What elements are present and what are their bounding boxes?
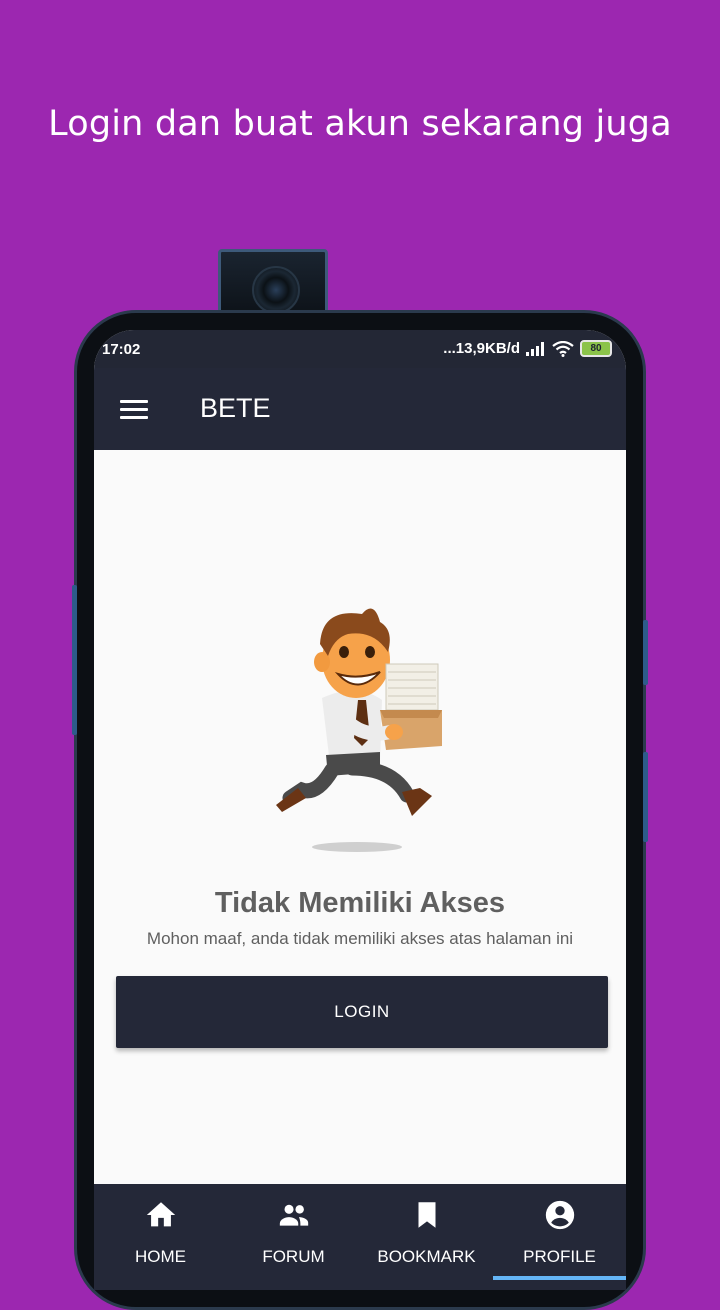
wifi-icon (552, 340, 574, 357)
status-time: 17:02 (102, 341, 141, 358)
popup-camera (218, 249, 328, 315)
app-screen: 17:02 ...13,9KB/d 80 BETE Tidak Memiliki… (94, 330, 626, 1290)
nav-item-bookmark[interactable]: BOOKMARK (360, 1184, 493, 1290)
signal-icon (526, 341, 544, 356)
phone-side-button (643, 620, 648, 685)
menu-icon[interactable] (120, 400, 148, 420)
empty-state-title: Tidak Memiliki Akses (214, 887, 506, 919)
nav-item-label: HOME (135, 1247, 186, 1266)
bookmark-icon (418, 1202, 435, 1228)
status-bar: 17:02 ...13,9KB/d 80 (94, 330, 626, 368)
promo-headline: Login dan buat akun sekarang juga (48, 104, 672, 144)
login-button[interactable]: LOGIN (116, 976, 608, 1048)
content-area: Tidak Memiliki Akses Mohon maaf, anda ti… (94, 450, 626, 1184)
nav-item-label: BOOKMARK (377, 1247, 476, 1266)
network-speed: ...13,9KB/d (443, 340, 520, 357)
app-title: BETE (200, 393, 271, 423)
nav-item-forum[interactable]: FORUM (227, 1184, 360, 1290)
phone-side-button (643, 752, 648, 842)
home-icon (146, 1202, 175, 1227)
battery-icon: 80 (580, 340, 612, 357)
nav-item-profile[interactable]: PROFILE (493, 1184, 626, 1290)
nav-item-label: PROFILE (523, 1247, 596, 1266)
camera-lens (252, 266, 300, 314)
account-circle-icon (545, 1200, 574, 1230)
nav-item-home[interactable]: HOME (94, 1184, 227, 1290)
app-bar: BETE (94, 368, 626, 450)
phone-side-button (72, 585, 77, 735)
running-businessman-illustration (276, 608, 442, 852)
empty-state-message: Mohon maaf, anda tidak memiliki akses at… (146, 929, 574, 948)
people-icon (279, 1204, 308, 1226)
bottom-navigation: HOME FORUM BOOKMARK PROFILE (94, 1184, 626, 1290)
nav-item-label: FORUM (262, 1247, 325, 1266)
